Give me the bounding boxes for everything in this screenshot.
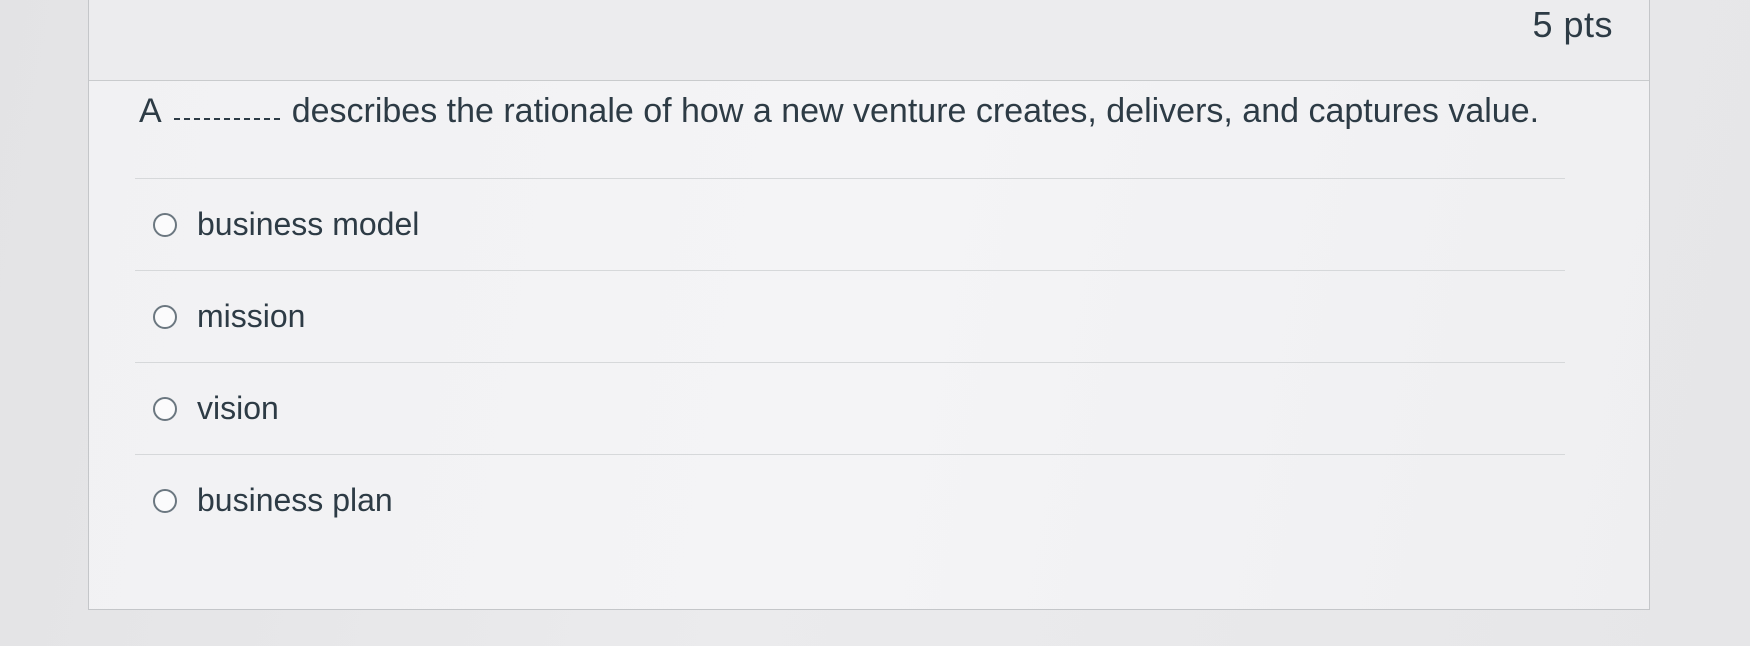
answer-option[interactable]: mission	[135, 270, 1565, 362]
points-label: 5 pts	[1532, 4, 1613, 45]
radio-button[interactable]	[153, 304, 177, 329]
question-body: describes the rationale of how a new ven…	[291, 92, 1540, 130]
question-header: 5 pts	[89, 0, 1649, 81]
fill-in-blank	[173, 114, 280, 121]
answer-option[interactable]: vision	[135, 362, 1565, 454]
answer-option[interactable]: business plan	[135, 454, 1565, 546]
answer-label: vision	[197, 390, 279, 426]
question-card: 5 pts Adescribes the rationale of how a …	[88, 0, 1650, 610]
question-text: Adescribes the rationale of how a new ve…	[139, 92, 1539, 131]
question-article: A	[139, 92, 162, 130]
answer-label: business model	[197, 206, 420, 242]
answer-option[interactable]: business model	[135, 178, 1565, 270]
radio-button[interactable]	[153, 488, 177, 513]
answer-label: mission	[197, 298, 306, 334]
radio-button[interactable]	[153, 212, 177, 237]
answer-list: business model mission vision business p…	[135, 178, 1565, 546]
answer-label: business plan	[197, 482, 393, 518]
radio-button[interactable]	[153, 396, 177, 421]
